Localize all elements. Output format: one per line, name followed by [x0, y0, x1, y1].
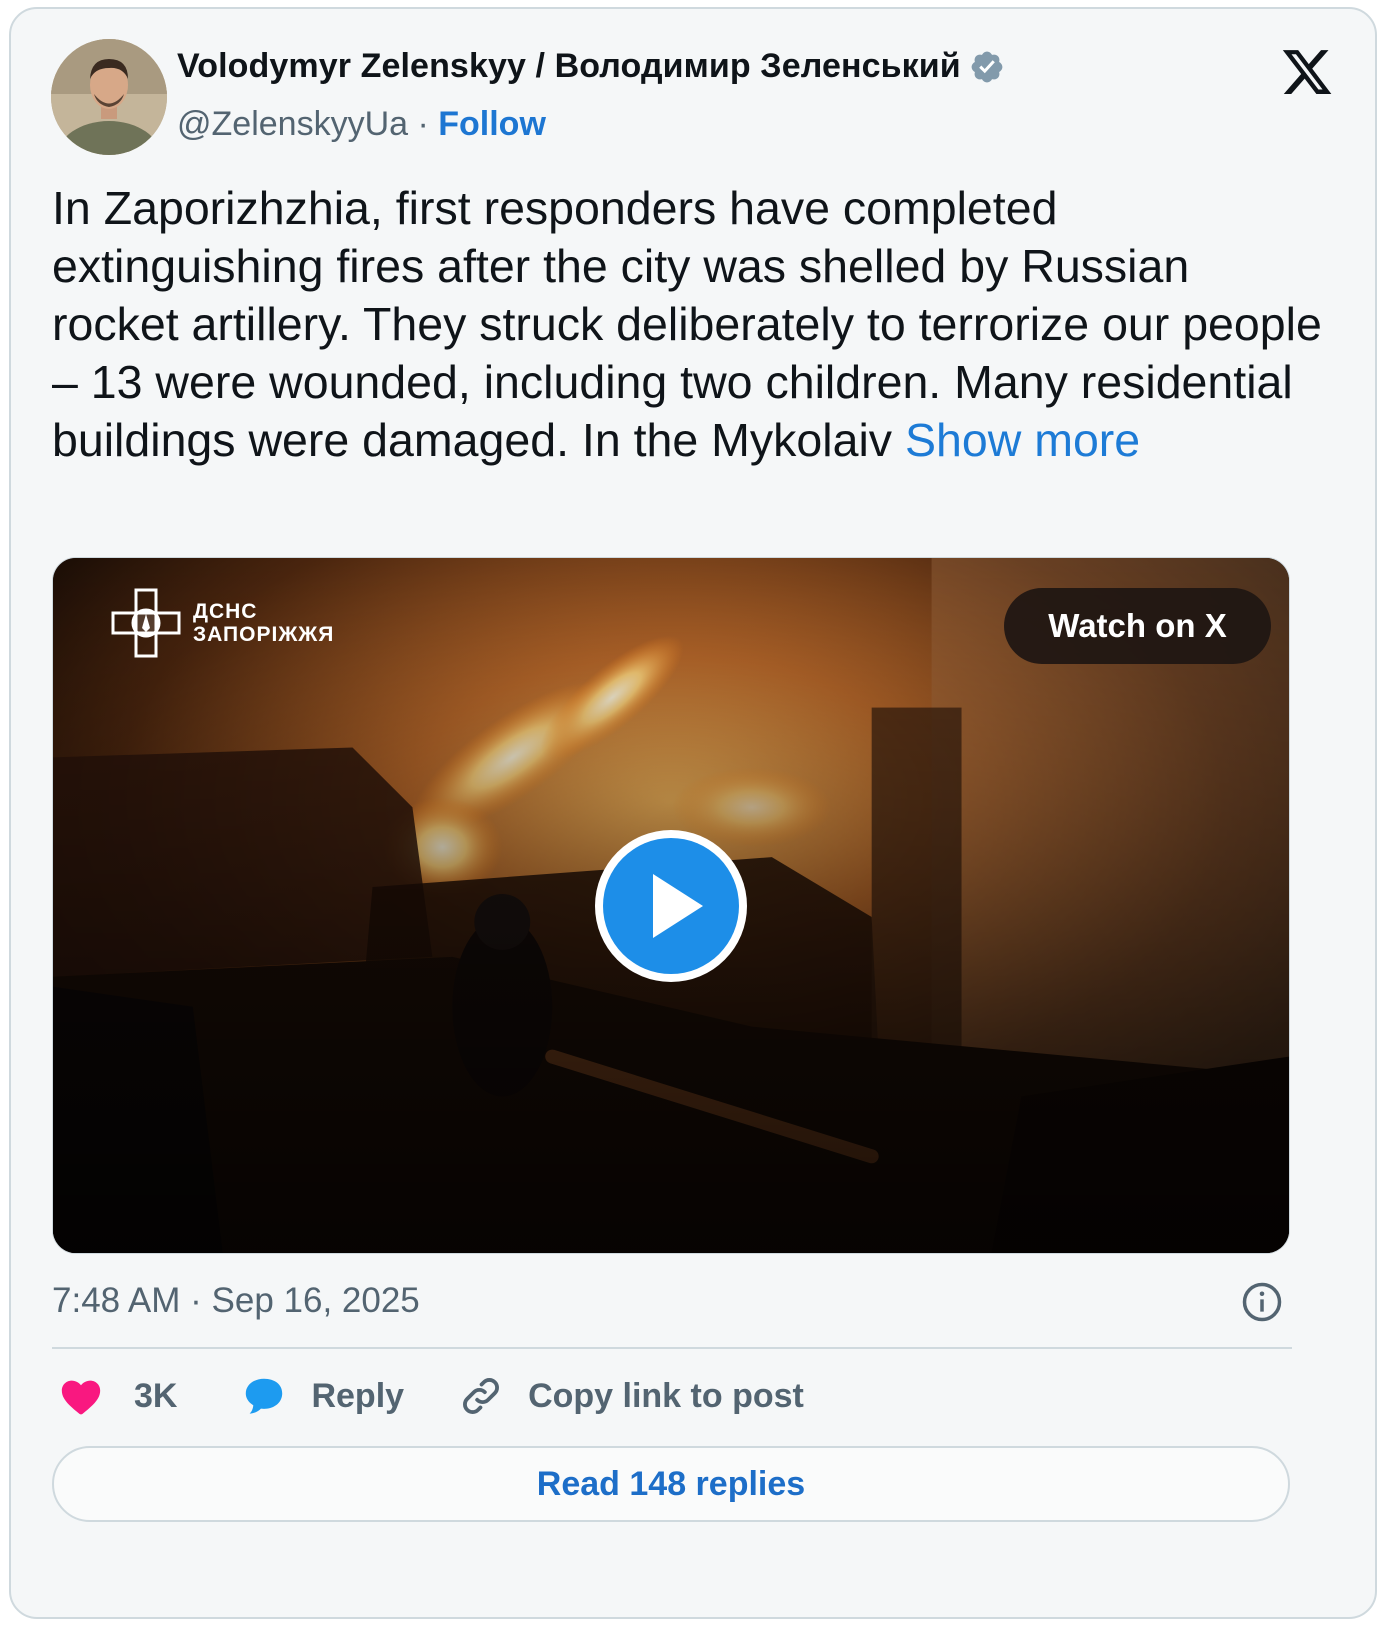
- handle-row: @ZelenskyyUa · Follow: [177, 105, 546, 144]
- video-player[interactable]: ДСНС ЗАПОРІЖЖЯ Watch on X: [52, 557, 1290, 1254]
- like-button[interactable]: 3K: [58, 1373, 177, 1419]
- reply-label: Reply: [311, 1376, 405, 1415]
- emblem-icon: [111, 588, 181, 658]
- author-row: Volodymyr Zelenskyy / Володимир Зеленськ…: [177, 47, 1005, 86]
- author-name[interactable]: Volodymyr Zelenskyy / Володимир Зеленськ…: [177, 47, 961, 86]
- copy-link-button[interactable]: Copy link to post: [458, 1373, 804, 1419]
- divider: [52, 1347, 1292, 1349]
- reply-bubble-icon: [246, 1378, 283, 1414]
- author-handle[interactable]: @ZelenskyyUa: [177, 105, 408, 144]
- watermark-line-1: ДСНС: [193, 600, 258, 623]
- link-icon: [463, 1378, 500, 1414]
- verified-badge-icon: [971, 51, 1003, 82]
- watch-on-x-button[interactable]: Watch on X: [1004, 588, 1271, 664]
- show-more-link[interactable]: Show more: [905, 414, 1140, 466]
- copy-link-label: Copy link to post: [528, 1376, 804, 1415]
- post-text: In Zaporizhzhia, first responders have c…: [52, 179, 1322, 469]
- watermark-line-2: ЗАПОРІЖЖЯ: [193, 623, 335, 646]
- handle-separator: ·: [408, 105, 439, 143]
- reply-button[interactable]: Reply: [241, 1373, 404, 1419]
- like-count: 3K: [134, 1376, 178, 1415]
- x-logo-icon[interactable]: [1279, 45, 1335, 99]
- avatar[interactable]: [51, 39, 167, 155]
- post-timestamp[interactable]: 7:48 AM · Sep 16, 2025: [52, 1281, 420, 1321]
- read-replies-button[interactable]: Read 148 replies: [52, 1446, 1290, 1522]
- info-icon[interactable]: [1241, 1281, 1283, 1323]
- video-watermark: ДСНС ЗАПОРІЖЖЯ: [109, 586, 334, 660]
- embedded-post-card: Volodymyr Zelenskyy / Володимир Зеленськ…: [9, 7, 1377, 1619]
- heart-icon: [61, 1380, 101, 1415]
- action-bar: 3K Reply Copy link to post: [52, 1371, 804, 1421]
- play-icon[interactable]: [591, 826, 751, 986]
- avatar-image: [51, 39, 167, 155]
- follow-button[interactable]: Follow: [438, 105, 546, 144]
